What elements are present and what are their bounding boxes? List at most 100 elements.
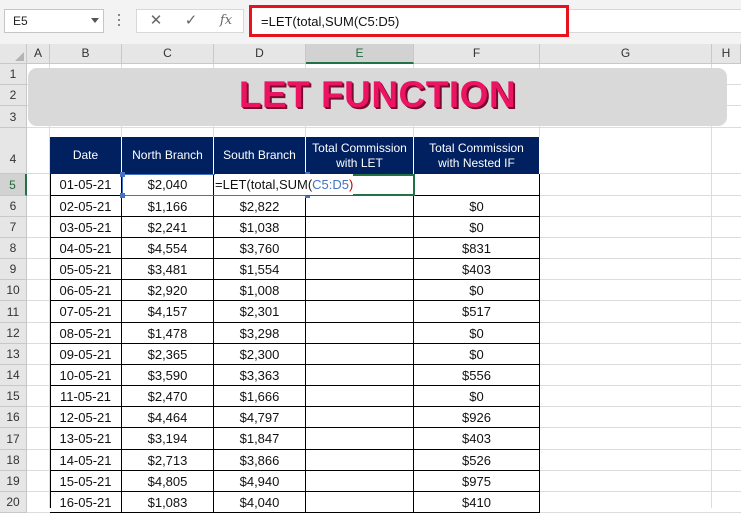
column-header-g[interactable]: G	[540, 44, 712, 64]
table-cell[interactable]: $1,038	[214, 217, 306, 238]
table-cell[interactable]: $1,166	[122, 196, 214, 217]
table-cell[interactable]: $4,797	[214, 407, 306, 428]
table-cell[interactable]: $4,157	[122, 301, 214, 323]
row-header-5[interactable]: 5	[0, 174, 27, 196]
table-cell[interactable]: 08-05-21	[50, 323, 122, 344]
row-header-1[interactable]: 1	[0, 64, 27, 85]
table-cell[interactable]: $0	[414, 196, 540, 217]
table-cell[interactable]: 02-05-21	[50, 196, 122, 217]
table-cell[interactable]	[414, 174, 540, 196]
table-cell[interactable]: $0	[414, 386, 540, 407]
row-header-6[interactable]: 6	[0, 196, 27, 217]
range-handle[interactable]	[120, 172, 125, 177]
formula-input[interactable]: =LET(total,SUM(C5:D5)	[249, 5, 569, 37]
row-header-7[interactable]: 7	[0, 217, 27, 238]
table-cell[interactable]: $831	[414, 238, 540, 259]
table-cell[interactable]	[306, 428, 414, 450]
table-cell[interactable]: $1,008	[214, 280, 306, 301]
enter-icon[interactable]: ✓	[178, 9, 204, 33]
table-cell[interactable]: 11-05-21	[50, 386, 122, 407]
table-cell[interactable]	[306, 323, 414, 344]
row-header-11[interactable]: 11	[0, 301, 27, 323]
table-cell[interactable]: 13-05-21	[50, 428, 122, 450]
table-cell[interactable]: $3,298	[214, 323, 306, 344]
table-cell[interactable]: $4,805	[122, 471, 214, 492]
table-cell[interactable]: $0	[414, 280, 540, 301]
table-cell[interactable]	[306, 450, 414, 471]
table-cell[interactable]: $2,301	[214, 301, 306, 323]
table-cell[interactable]: $2,920	[122, 280, 214, 301]
table-cell[interactable]: $2,300	[214, 344, 306, 365]
table-cell[interactable]	[306, 217, 414, 238]
table-cell[interactable]: 01-05-21	[50, 174, 122, 196]
column-header-e[interactable]: E	[306, 44, 414, 64]
row-header-8[interactable]: 8	[0, 238, 27, 259]
row-header-2[interactable]: 2	[0, 85, 27, 106]
table-cell[interactable]: 04-05-21	[50, 238, 122, 259]
insert-function-icon[interactable]: fx	[213, 9, 239, 33]
table-cell[interactable]	[306, 407, 414, 428]
table-cell[interactable]: $3,590	[122, 365, 214, 386]
table-cell[interactable]: $403	[414, 259, 540, 280]
row-header-9[interactable]: 9	[0, 259, 27, 280]
row-header-10[interactable]: 10	[0, 280, 27, 301]
table-cell[interactable]: $3,866	[214, 450, 306, 471]
range-handle[interactable]	[120, 193, 125, 198]
table-cell[interactable]: $2,822	[214, 196, 306, 217]
column-header-a[interactable]: A	[27, 44, 50, 64]
table-cell[interactable]: $410	[414, 492, 540, 513]
table-cell[interactable]: $3,481	[122, 259, 214, 280]
table-cell[interactable]	[306, 471, 414, 492]
row-header-3[interactable]: 3	[0, 106, 27, 128]
table-cell[interactable]: 09-05-21	[50, 344, 122, 365]
table-cell[interactable]: 14-05-21	[50, 450, 122, 471]
table-cell[interactable]: $403	[414, 428, 540, 450]
table-cell[interactable]	[306, 301, 414, 323]
table-cell[interactable]: 05-05-21	[50, 259, 122, 280]
table-cell[interactable]: $1,083	[122, 492, 214, 513]
row-header-19[interactable]: 19	[0, 471, 27, 492]
formula-input-extension[interactable]	[569, 9, 741, 33]
table-cell[interactable]: $526	[414, 450, 540, 471]
table-cell[interactable]: $4,940	[214, 471, 306, 492]
table-cell[interactable]: $1,554	[214, 259, 306, 280]
column-header-b[interactable]: B	[50, 44, 122, 64]
cell-edit-text[interactable]: =LET(total,SUM(C5:D5)	[215, 174, 354, 195]
column-header-h[interactable]: H	[712, 44, 741, 64]
column-header-f[interactable]: F	[414, 44, 540, 64]
table-cell[interactable]	[306, 238, 414, 259]
row-header-16[interactable]: 16	[0, 407, 27, 428]
table-cell[interactable]	[306, 259, 414, 280]
chevron-down-icon[interactable]	[91, 18, 99, 23]
table-cell[interactable]	[306, 386, 414, 407]
row-header-13[interactable]: 13	[0, 344, 27, 365]
row-header-15[interactable]: 15	[0, 386, 27, 407]
table-cell[interactable]: $2,713	[122, 450, 214, 471]
table-cell[interactable]: 10-05-21	[50, 365, 122, 386]
cancel-icon[interactable]: ✕	[143, 9, 169, 33]
name-box[interactable]: E5	[4, 9, 104, 33]
table-cell[interactable]: $1,478	[122, 323, 214, 344]
table-cell[interactable]: 12-05-21	[50, 407, 122, 428]
table-cell[interactable]: $0	[414, 217, 540, 238]
table-cell[interactable]	[306, 365, 414, 386]
table-cell[interactable]: $4,554	[122, 238, 214, 259]
row-header-20[interactable]: 20	[0, 492, 27, 513]
table-cell[interactable]: $3,760	[214, 238, 306, 259]
column-header-c[interactable]: C	[122, 44, 214, 64]
table-cell[interactable]: $3,194	[122, 428, 214, 450]
table-cell[interactable]: $1,847	[214, 428, 306, 450]
table-cell[interactable]: $2,470	[122, 386, 214, 407]
row-header-4[interactable]: 4	[0, 128, 27, 174]
table-cell[interactable]: $517	[414, 301, 540, 323]
table-cell[interactable]: $4,040	[214, 492, 306, 513]
row-header-12[interactable]: 12	[0, 323, 27, 344]
table-cell[interactable]: $0	[414, 344, 540, 365]
row-header-14[interactable]: 14	[0, 365, 27, 386]
table-cell[interactable]: $0	[414, 323, 540, 344]
table-cell[interactable]	[306, 196, 414, 217]
select-all-button[interactable]	[0, 44, 27, 64]
table-cell[interactable]: 06-05-21	[50, 280, 122, 301]
table-cell[interactable]: 03-05-21	[50, 217, 122, 238]
table-cell[interactable]: $975	[414, 471, 540, 492]
